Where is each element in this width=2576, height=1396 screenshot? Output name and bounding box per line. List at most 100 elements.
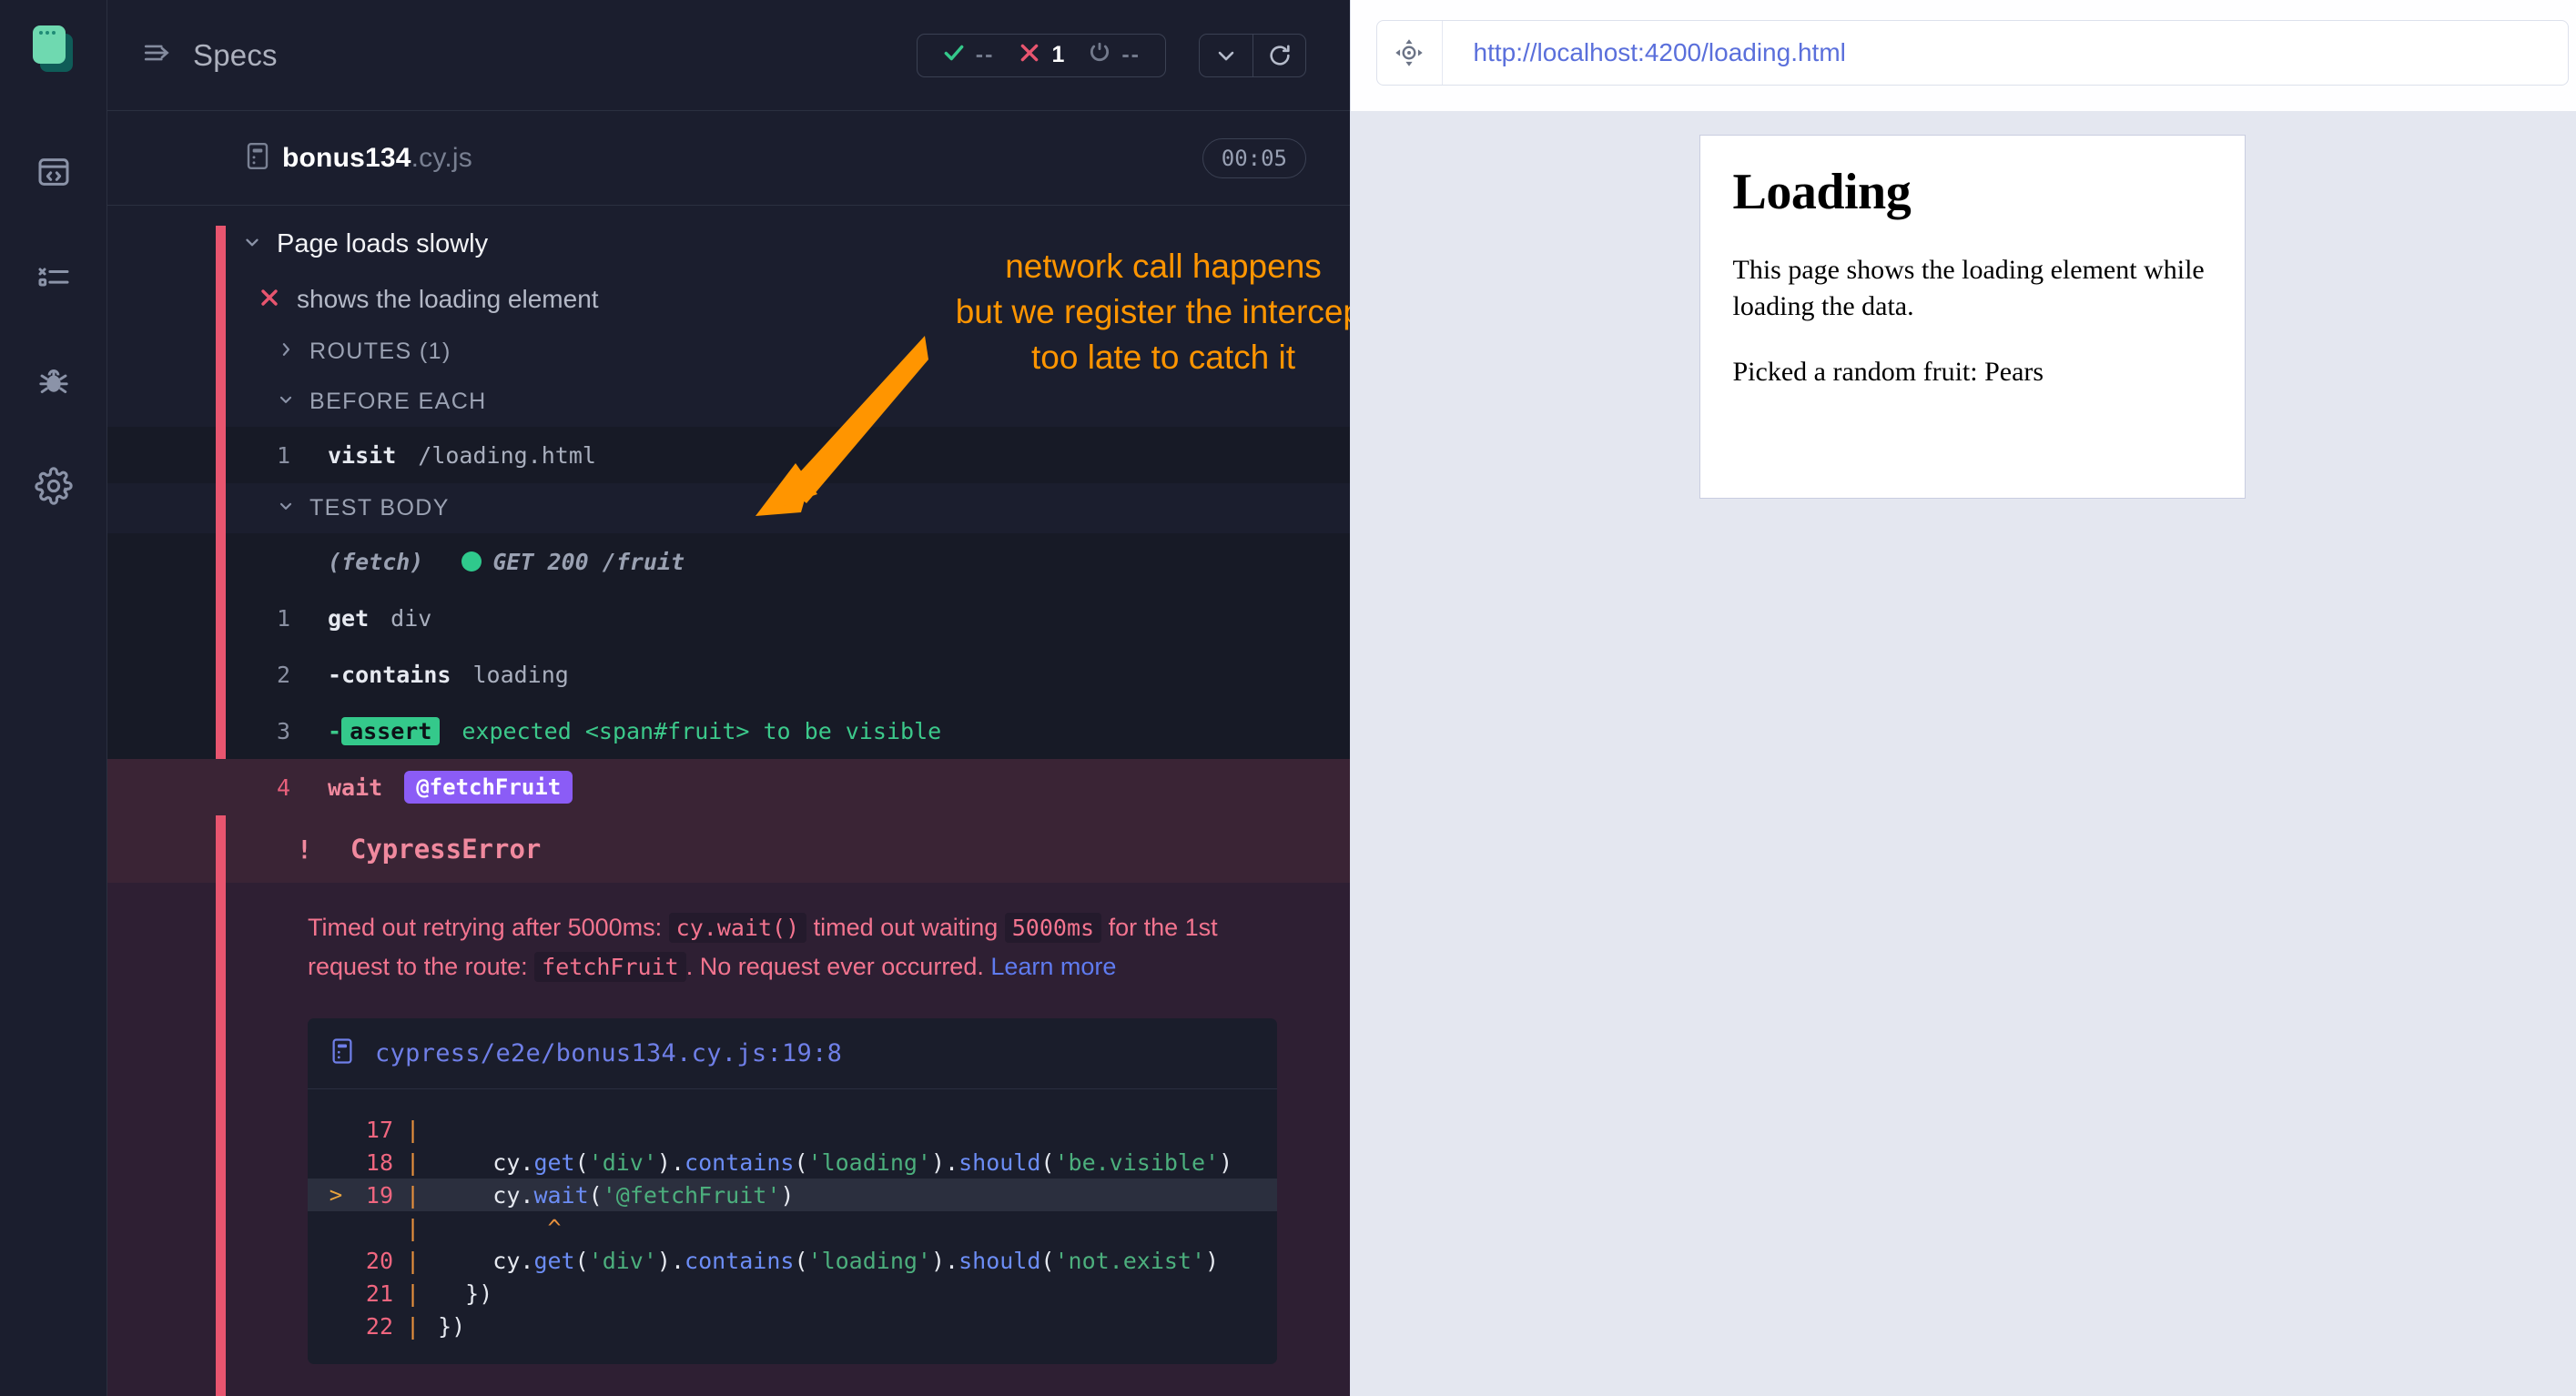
page-paragraph-1: This page shows the loading element whil… [1732,255,2205,322]
error-header: ! CypressError [107,815,1350,883]
reporter-header: Specs -- 1 -- [107,0,1350,111]
error-text-part: timed out waiting [806,914,1005,941]
code-line-text: ^ [438,1214,562,1241]
page-paragraph-2: Picked a random fruit: Pears [1732,357,2044,388]
x-icon [259,287,280,313]
url-bar: http://localhost:4200/loading.html [1375,20,2569,86]
error-message: Timed out retrying after 5000ms: cy.wait… [107,883,1350,998]
chevron-down-icon[interactable] [242,232,262,257]
code-line-marker: > [329,1182,343,1209]
stat-pending-value: -- [1121,42,1141,67]
command-message: /loading.html [418,441,596,469]
stat-failed: 1 [1009,41,1073,69]
code-line-pipe: | [406,1214,421,1241]
stat-passed: -- [933,41,1004,69]
snippet-header[interactable]: cypress/e2e/bonus134.cy.js:19:8 [308,1018,1277,1090]
code-line: 21 | }) [308,1277,1277,1310]
code-line: >19 | cy.wait('@fetchFruit') [308,1179,1277,1212]
command-row[interactable]: 1 get div [107,590,1350,646]
code-line: 20 | cy.get('div').contains('loading').sh… [308,1244,1277,1277]
pending-icon [1088,41,1111,69]
app-under-test-panel: http://localhost:4200/loading.html Loadi… [1350,0,2576,1396]
cypress-app-window: Specs -- 1 -- bonus134.cy.js 00:05 Page … [0,0,2576,1396]
command-name: get [328,604,370,632]
code-line-number: 20 [365,1247,393,1274]
left-icon-rail [0,0,107,1396]
debug-icon[interactable] [25,352,83,410]
assert-pill: assert [341,716,441,745]
command-row[interactable]: 2 -contains loading [107,646,1350,703]
group-before-each[interactable]: BEFORE EACH [107,377,1350,427]
route-text: GET 200 /fruit [492,548,685,575]
command-row-failed[interactable]: 4 wait @fetchFruit [107,759,1350,815]
spec-timer: 00:05 [1202,137,1306,178]
code-line-number: 19 [365,1181,393,1209]
spec-file-name: bonus134.cy.js [282,142,472,173]
url-text[interactable]: http://localhost:4200/loading.html [1443,38,1846,67]
snippet-file-path[interactable]: cypress/e2e/bonus134.cy.js:19:8 [375,1039,842,1067]
code-line-number: 21 [365,1280,393,1307]
group-test-body[interactable]: TEST BODY [107,483,1350,533]
code-line-text: }) [438,1280,493,1307]
before-each-commands: 1 visit /loading.html [107,427,1350,483]
code-line: | ^ [308,1211,1277,1244]
command-number: 2 [277,661,291,688]
restart-icon[interactable] [1253,34,1305,76]
alias-pill[interactable]: @fetchFruit [404,771,573,804]
test-stats: -- 1 -- [916,33,1166,77]
command-row-assert[interactable]: 3 - assert expected <span#fruit> to be vi… [107,703,1350,759]
check-icon [942,41,966,69]
error-code-fragment: fetchFruit [534,951,686,982]
reporter-controls [1199,33,1306,77]
chevron-right-icon[interactable] [277,340,295,363]
stat-passed-value: -- [975,42,995,67]
specs-icon[interactable] [25,143,83,201]
code-line-text: cy.wait('@fetchFruit') [438,1181,795,1209]
code-line-number: 18 [365,1148,393,1176]
code-line: 18 | cy.get('div').contains('loading').sh… [308,1146,1277,1179]
cypress-logo[interactable] [30,23,77,72]
runnables-tree: Page loads slowly shows the loading elem… [107,206,1350,1396]
chevron-down-icon[interactable] [1200,35,1253,76]
group-routes[interactable]: ROUTES (1) [107,327,1350,377]
error-bang-icon: ! [297,834,312,865]
file-icon [330,1037,355,1069]
code-line-text: cy.get('div').contains('loading').should… [438,1247,1220,1274]
runs-icon[interactable] [25,248,83,306]
group-routes-label: ROUTES (1) [309,339,451,364]
route-type-label: (fetch) [328,548,424,575]
green-status-dot [461,551,482,572]
chevron-down-icon[interactable] [277,497,295,520]
suite-row[interactable]: Page loads slowly [107,217,1350,272]
learn-more-link[interactable]: Learn more [990,953,1116,980]
command-message: expected <span#fruit> to be visible [461,717,942,744]
loading-page: Loading This page shows the loading elem… [1699,135,2246,499]
command-name: wait [328,774,383,801]
test-title: shows the loading element [297,285,599,313]
error-actions: View stack trace Print to console [107,1377,1350,1396]
chevron-down-icon[interactable] [277,390,295,413]
group-test-body-label: TEST BODY [309,495,450,521]
specs-menu-icon[interactable] [142,37,173,73]
test-row[interactable]: shows the loading element [107,272,1350,327]
command-number: 1 [277,441,291,469]
error-text-part: . No request ever occurred. [685,952,991,980]
group-before-each-label: BEFORE EACH [309,389,487,414]
command-message: div [390,604,432,632]
code-line-pipe: | [406,1116,421,1143]
code-line: 17 | [308,1113,1277,1146]
command-row[interactable]: 1 visit /loading.html [107,427,1350,483]
code-line-number: 17 [365,1116,393,1143]
error-code-fragment: 5000ms [1004,913,1102,943]
code-line-pipe: | [406,1148,421,1176]
file-icon [244,141,271,175]
route-summary-row[interactable]: (fetch) GET 200 /fruit [107,533,1350,590]
settings-icon[interactable] [25,457,83,515]
page-heading: Loading [1732,164,1912,220]
spec-file-ext: .cy.js [411,142,472,173]
code-line-pipe: | [406,1181,421,1209]
stat-pending: -- [1079,41,1150,69]
code-line-text: }) [438,1312,466,1340]
error-title: CypressError [350,834,542,865]
selector-playground-icon[interactable] [1377,21,1443,85]
